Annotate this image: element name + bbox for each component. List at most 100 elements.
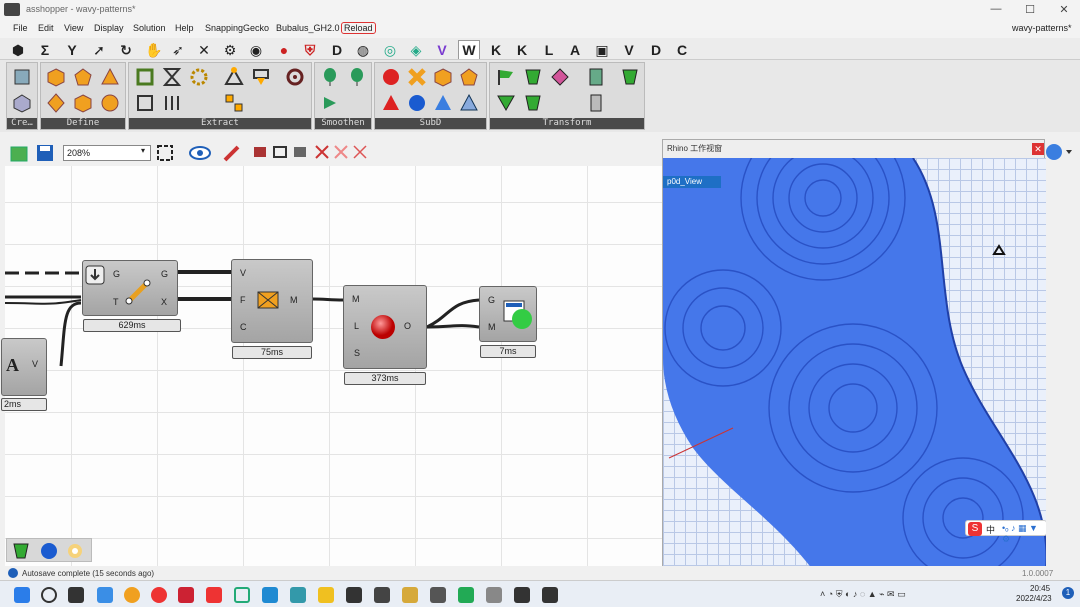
port-l-in[interactable]: L [354, 321, 359, 331]
vertex-icon[interactable] [224, 67, 244, 87]
maximize-icon[interactable]: ☐ [1020, 3, 1040, 16]
rhino-close-icon[interactable]: ✕ [1032, 143, 1044, 155]
tab-plugin-v[interactable]: V [621, 42, 637, 58]
menu-reload[interactable]: Reload [341, 22, 376, 34]
hex-icon[interactable] [73, 93, 93, 113]
port-v-left[interactable]: V [32, 359, 38, 369]
app-red-icon[interactable] [178, 587, 194, 603]
viewport-tab[interactable]: p0d_View [663, 176, 721, 188]
tab-transform[interactable]: ⚙ [222, 42, 238, 58]
preview-component[interactable]: G M [479, 286, 537, 342]
disable-preview-icon[interactable] [314, 144, 330, 160]
cup-3-icon[interactable] [523, 93, 543, 113]
shaded-preview-icon[interactable] [252, 144, 268, 160]
material-ball-icon[interactable] [1044, 142, 1074, 162]
port-f-in[interactable]: F [240, 295, 246, 305]
create-cube-icon[interactable] [12, 93, 32, 113]
tab-anemone[interactable]: A [567, 42, 583, 58]
tri-flip-icon[interactable] [496, 93, 516, 113]
tab-plugin-d[interactable]: ◍ [355, 42, 371, 58]
subd-sphere-red-icon[interactable] [381, 67, 401, 87]
tab-kangaroo-2[interactable]: K [514, 42, 530, 58]
gear-icon[interactable] [189, 67, 209, 87]
hourglass-icon[interactable] [162, 67, 182, 87]
port-o-out[interactable]: O [404, 321, 411, 331]
port-s-in[interactable]: S [354, 348, 360, 358]
bracket-icon[interactable] [135, 93, 155, 113]
disable-all-icon[interactable] [352, 144, 368, 160]
widgets-icon[interactable] [97, 587, 113, 603]
port-v-in[interactable]: V [240, 268, 246, 278]
subd-tri-red-icon[interactable] [381, 93, 401, 113]
tab-mesh[interactable]: ➶ [170, 42, 186, 58]
disable-solver-icon[interactable] [333, 144, 349, 160]
wheel-icon[interactable] [285, 67, 305, 87]
sketch-pen-icon[interactable] [222, 143, 242, 163]
app-cube-icon[interactable] [234, 587, 250, 603]
subd-tri-blue-icon[interactable] [433, 93, 453, 113]
cube-icon[interactable] [46, 67, 66, 87]
tray-icons[interactable]: ˄ ◔ ⛨ ◐ ♪ ◌ ▲ ⌁ ✉ ▭ [820, 589, 906, 600]
cup-widget-icon[interactable] [11, 541, 31, 561]
ime-mode[interactable]: 中 [986, 523, 995, 536]
tab-plugin-b[interactable]: ⛨ [302, 42, 318, 58]
tab-ladybug[interactable]: L [541, 42, 557, 58]
minimize-icon[interactable]: — [986, 3, 1006, 15]
subd-cross-icon[interactable] [407, 67, 427, 87]
grasshopper-canvas[interactable]: G T G X 629ms V F C M 75ms M L S O 373ms… [1, 166, 663, 566]
tab-vector[interactable]: ➚ [91, 42, 107, 58]
save-icon[interactable] [35, 143, 55, 163]
subd-cube-icon[interactable] [433, 67, 453, 87]
tab-weaverbird[interactable]: W [458, 40, 480, 59]
menu-display[interactable]: Display [94, 23, 124, 33]
diamond-icon[interactable] [550, 67, 570, 87]
clock-time[interactable]: 20:45 [1030, 584, 1050, 593]
door-icon[interactable] [586, 93, 606, 113]
tab-curve[interactable]: ↻ [118, 42, 134, 58]
tab-plugin-e[interactable]: ◎ [382, 42, 398, 58]
map-component[interactable]: V F C M [231, 259, 313, 343]
tab-surface[interactable]: ✋ [145, 42, 162, 58]
preview-eye-icon[interactable] [188, 143, 212, 163]
explode-icon[interactable] [224, 93, 244, 113]
zoom-select[interactable]: 208% [63, 145, 151, 161]
gate-component[interactable]: G T G X [82, 260, 178, 316]
frame-icon[interactable] [135, 67, 155, 87]
octa-icon[interactable] [46, 93, 66, 113]
tab-display[interactable]: ◉ [248, 42, 264, 58]
port-m-in[interactable]: M [352, 294, 360, 304]
cup-2-icon[interactable] [620, 67, 640, 87]
port-g-out[interactable]: G [161, 269, 168, 279]
grasshopper-2-icon[interactable] [542, 587, 558, 603]
menu-edit[interactable]: Edit [38, 23, 54, 33]
tab-maths[interactable]: Σ [37, 42, 53, 58]
app-teal-icon[interactable] [290, 587, 306, 603]
ico-icon[interactable] [100, 93, 120, 113]
flag-icon[interactable] [496, 67, 516, 87]
search-icon[interactable] [41, 587, 57, 603]
menu-bubalus[interactable]: Bubalus_GH2.0 [276, 23, 340, 33]
zoom-extents-icon[interactable] [155, 143, 175, 163]
mic-icon[interactable]: •ₒ ♪ ▦ ▼ ⚙ [1002, 523, 1046, 545]
notification-icon[interactable]: 1 [1062, 587, 1074, 599]
chevron-down-icon[interactable]: ▾ [141, 146, 145, 155]
tab-plugin-d2[interactable]: D [648, 42, 664, 58]
panel-split-icon[interactable] [586, 67, 606, 87]
subd-pent-icon[interactable] [459, 67, 479, 87]
menu-help[interactable]: Help [175, 23, 194, 33]
app-search-icon[interactable] [124, 587, 140, 603]
open-file-icon[interactable] [9, 143, 29, 163]
task-view-icon[interactable] [68, 587, 84, 603]
smooth-balloon-2-icon[interactable] [347, 67, 367, 87]
tab-plugin-c2[interactable]: C [674, 42, 690, 58]
port-x-out[interactable]: X [161, 297, 167, 307]
clock-date[interactable]: 2022/4/23 [1016, 594, 1052, 603]
selected-preview-icon[interactable] [292, 144, 308, 160]
app-window-icon[interactable] [486, 587, 502, 603]
edge-icon[interactable] [251, 67, 271, 87]
tab-plugin-g[interactable]: V [434, 42, 450, 58]
app-green-icon[interactable] [458, 587, 474, 603]
rhino-3d-viewport[interactable]: p0d_View S 中 •ₒ ♪ ▦ ▼ ⚙ [663, 158, 1046, 570]
dodeca-icon[interactable] [73, 67, 93, 87]
app-black-icon[interactable] [346, 587, 362, 603]
